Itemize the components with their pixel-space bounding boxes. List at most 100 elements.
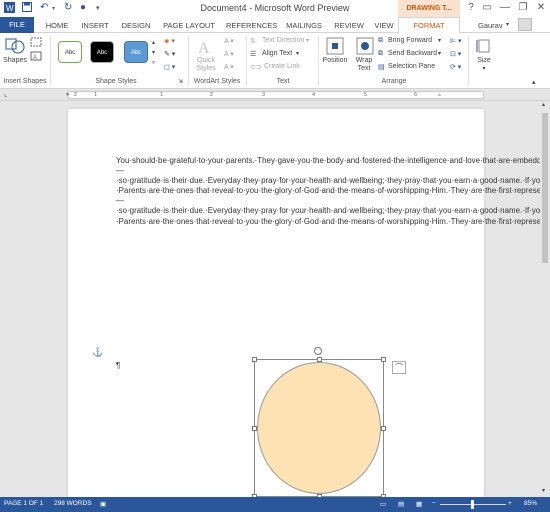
tab-references[interactable]: REFERENCES: [226, 19, 277, 32]
quick-styles-icon[interactable]: A: [196, 37, 216, 57]
styles-scroll-up-icon[interactable]: ▴: [152, 39, 155, 46]
layout-options-icon[interactable]: ⌒: [392, 361, 406, 374]
print-layout-icon[interactable]: ▤: [398, 500, 404, 508]
anchor-icon[interactable]: ⚓: [92, 347, 103, 358]
user-name[interactable]: Gaurav: [478, 19, 503, 32]
bring-forward-dropdown-icon[interactable]: ▾: [438, 37, 441, 44]
selection-pane-button[interactable]: Selection Pane: [388, 63, 435, 70]
text-fill-icon[interactable]: A ▾: [224, 37, 234, 45]
rotate-objects-icon[interactable]: ⟳ ▾: [450, 63, 461, 71]
shape-style-white[interactable]: Abc: [58, 41, 82, 63]
shape-effects-icon[interactable]: ◻ ▾: [164, 63, 175, 71]
customize-qat-icon[interactable]: ▾: [96, 4, 100, 12]
body-paragraph[interactable]: You·should·be·grateful·to·your·parents.·…: [116, 156, 550, 227]
document-page[interactable]: You·should·be·grateful·to·your·parents.·…: [68, 109, 550, 497]
web-layout-icon[interactable]: ▦: [416, 500, 422, 508]
tab-file[interactable]: FILE: [0, 17, 34, 33]
text-outline-icon[interactable]: A ▾: [224, 50, 234, 58]
shape-style-blue[interactable]: Abc: [124, 41, 148, 63]
position-button[interactable]: Position: [318, 57, 352, 65]
shape-outline-icon[interactable]: ✎ ▾: [164, 50, 175, 58]
scroll-down-icon[interactable]: ▾: [542, 487, 545, 494]
zoom-level[interactable]: 85%: [524, 500, 537, 507]
zoom-in-icon[interactable]: +: [508, 500, 512, 507]
tab-format[interactable]: FORMAT: [398, 17, 460, 34]
scrollbar-thumb[interactable]: [542, 113, 548, 263]
tab-selector-icon[interactable]: ⌞: [4, 90, 7, 98]
group-objects-icon[interactable]: ⊡ ▾: [450, 50, 461, 58]
shape-style-black[interactable]: Abc: [90, 41, 114, 63]
send-backward-icon[interactable]: ⧉: [378, 50, 383, 58]
restore-button[interactable]: ❐: [514, 1, 532, 15]
text-direction-dropdown-icon[interactable]: ▾: [306, 37, 309, 44]
text-direction-button[interactable]: Text Direction: [262, 37, 304, 44]
size-dropdown-icon[interactable]: ▾: [472, 65, 496, 73]
save-icon[interactable]: [22, 2, 32, 15]
collapse-ribbon-icon[interactable]: ▴: [532, 78, 536, 86]
tab-page-layout[interactable]: PAGE LAYOUT: [162, 19, 216, 32]
resize-handle[interactable]: [252, 426, 257, 431]
send-backward-dropdown-icon[interactable]: ▾: [438, 50, 441, 57]
tab-mailings[interactable]: MAILINGS: [284, 19, 324, 32]
size-button[interactable]: Size: [472, 57, 496, 65]
undo-dropdown-icon[interactable]: ▾: [52, 5, 55, 12]
align-objects-icon[interactable]: ⊫ ▾: [450, 37, 462, 45]
selection-pane-icon[interactable]: ▤: [378, 63, 385, 71]
shapes-icon[interactable]: [4, 37, 26, 57]
redo-icon[interactable]: ↻: [64, 2, 72, 13]
edit-shape-icon[interactable]: [30, 37, 42, 49]
selected-shape[interactable]: [252, 357, 386, 497]
oval-shape[interactable]: [257, 362, 381, 494]
touch-mode-icon[interactable]: ●: [80, 2, 86, 13]
align-text-dropdown-icon[interactable]: ▾: [296, 50, 299, 57]
ruler-margin-marker[interactable]: ▾: [66, 92, 69, 98]
wrap-text-icon[interactable]: [356, 37, 374, 57]
text-effects-icon[interactable]: A ▾: [224, 63, 234, 71]
zoom-slider-thumb[interactable]: [470, 500, 474, 509]
shape-fill-icon[interactable]: ◈ ▾: [164, 37, 175, 45]
tab-review[interactable]: REVIEW: [334, 19, 364, 32]
create-link-button[interactable]: Create Link: [264, 63, 300, 70]
position-icon[interactable]: [326, 37, 344, 57]
shapes-button[interactable]: Shapes: [2, 57, 28, 65]
align-text-icon[interactable]: ☰: [250, 50, 256, 58]
close-button[interactable]: ✕: [532, 1, 550, 15]
tab-insert[interactable]: INSERT: [80, 19, 110, 32]
word-app-icon[interactable]: W: [4, 2, 15, 16]
resize-handle[interactable]: [252, 357, 257, 362]
tab-design[interactable]: DESIGN: [120, 19, 152, 32]
quick-styles-button[interactable]: Quick Styles: [192, 57, 220, 73]
tab-home[interactable]: HOME: [42, 19, 72, 32]
text-direction-icon[interactable]: ⇅: [250, 37, 256, 45]
read-mode-icon[interactable]: ▭: [380, 500, 386, 508]
undo-icon[interactable]: ↶: [40, 2, 48, 13]
ruler-right-indent-marker[interactable]: ▵: [438, 92, 441, 98]
resize-handle[interactable]: [381, 357, 386, 362]
send-backward-button[interactable]: Send Backward: [388, 50, 437, 57]
vertical-scrollbar[interactable]: ▴ ▾: [540, 101, 550, 497]
empty-paragraph-mark[interactable]: ¶: [116, 361, 120, 370]
avatar[interactable]: [518, 18, 532, 31]
resize-handle[interactable]: [381, 426, 386, 431]
tab-view[interactable]: VIEW: [372, 19, 396, 32]
ribbon-display-options-icon[interactable]: ▭: [478, 1, 496, 15]
zoom-out-icon[interactable]: −: [432, 500, 436, 507]
horizontal-ruler[interactable]: ⌞ ▾ 1 2 1 2 3 4 5 6 ▵: [0, 89, 550, 101]
draw-text-box-icon[interactable]: A: [30, 51, 42, 63]
size-icon[interactable]: [476, 37, 492, 57]
shape-styles-dialog-launcher-icon[interactable]: ⇲: [178, 78, 183, 85]
create-link-icon[interactable]: ⊂⊃: [250, 63, 262, 71]
rotate-handle[interactable]: [314, 347, 322, 355]
user-dropdown-icon[interactable]: ▾: [506, 21, 509, 28]
minimize-button[interactable]: —: [496, 1, 514, 15]
scroll-up-icon[interactable]: ▴: [542, 101, 545, 108]
styles-more-icon[interactable]: ▿: [152, 59, 155, 66]
page-count[interactable]: PAGE 1 OF 1: [4, 500, 43, 507]
word-count[interactable]: 298 WORDS: [54, 500, 92, 507]
proofing-icon[interactable]: ▣: [100, 500, 106, 508]
wrap-text-button[interactable]: Wrap Text: [350, 57, 378, 73]
bring-forward-button[interactable]: Bring Forward: [388, 37, 432, 44]
styles-scroll-down-icon[interactable]: ▾: [152, 49, 155, 56]
resize-handle[interactable]: [317, 357, 322, 362]
ruler-bar[interactable]: [68, 91, 484, 99]
